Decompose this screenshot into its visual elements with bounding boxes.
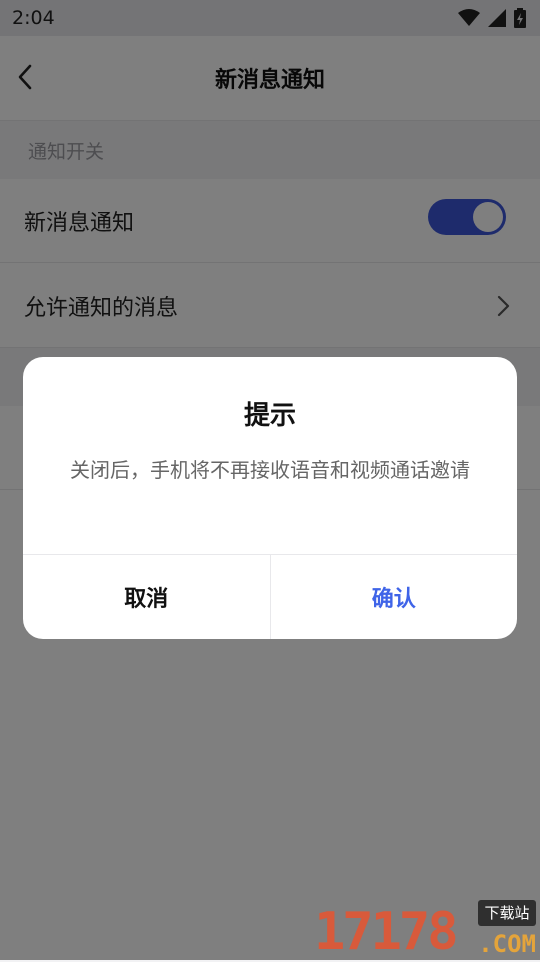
watermark-number: 17178 <box>314 902 459 962</box>
watermark-logo: 17178 下载站 .COM <box>314 900 536 962</box>
dialog-title: 提示 <box>243 401 296 431</box>
dialog-message: 关闭后，手机将不再接收语音和视频通话邀请 <box>70 458 470 482</box>
cancel-button[interactable]: 取消 <box>23 555 271 639</box>
confirm-dialog: 提示 关闭后，手机将不再接收语音和视频通话邀请 取消 确认 <box>23 357 517 639</box>
dialog-actions: 取消 确认 <box>23 554 517 639</box>
watermark-domain: .COM <box>478 930 536 958</box>
watermark-badge: 下载站 <box>478 900 536 926</box>
confirm-button[interactable]: 确认 <box>271 555 518 639</box>
